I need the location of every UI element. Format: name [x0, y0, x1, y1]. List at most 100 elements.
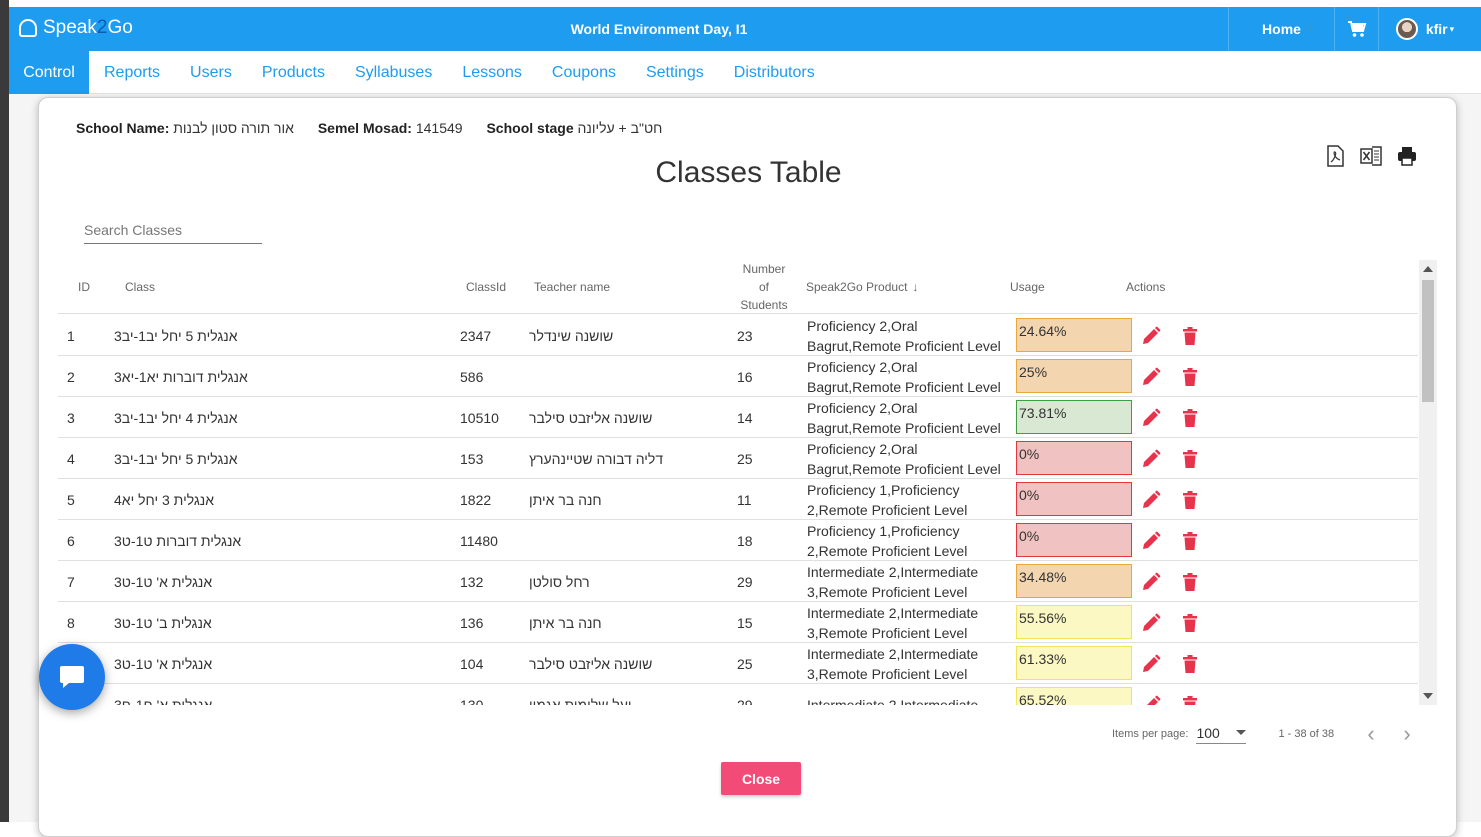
close-button[interactable]: Close	[721, 762, 801, 795]
school-name-label: School Name:	[76, 120, 170, 136]
nav-settings[interactable]: Settings	[631, 51, 719, 94]
cell-teacher: דליה דבורה שטיינהערץ	[529, 450, 664, 467]
table-header: ID Class ClassId Teacher name Number of …	[58, 260, 1418, 314]
pencil-icon[interactable]	[1141, 572, 1161, 592]
cell-id: 1	[67, 327, 75, 344]
nav-users[interactable]: Users	[175, 51, 247, 94]
page-size-select[interactable]: 100	[1196, 725, 1247, 744]
top-bar: Speak 2 Go World Environment Day, I1 Home …	[9, 7, 1481, 51]
nav-reports[interactable]: Reports	[89, 51, 175, 94]
avatar	[1395, 18, 1418, 40]
col-product[interactable]: Speak2Go Product ↓	[806, 260, 918, 314]
classes-table: ID Class ClassId Teacher name Number of …	[58, 260, 1438, 705]
pencil-icon[interactable]	[1141, 408, 1161, 428]
pencil-icon[interactable]	[1141, 531, 1161, 551]
cell-students: 29	[737, 696, 753, 706]
trash-icon[interactable]	[1182, 408, 1198, 428]
cell-students: 25	[737, 450, 753, 467]
table-row[interactable]: 4 אנגלית 5 יחל יב1-יב3 153 דליה דבורה שטיינ…	[58, 438, 1418, 479]
nav-products[interactable]: Products	[247, 51, 340, 94]
trash-icon[interactable]	[1182, 695, 1198, 705]
chat-icon	[60, 666, 84, 688]
trash-icon[interactable]	[1182, 326, 1198, 346]
cell-classid: 104	[460, 655, 484, 672]
col-actions: Actions	[1126, 280, 1166, 294]
usage-badge: 65.52%	[1016, 687, 1132, 705]
usage-badge: 24.64%	[1016, 318, 1132, 352]
col-teacher[interactable]: Teacher name	[534, 260, 610, 314]
nav-coupons[interactable]: Coupons	[537, 51, 631, 94]
col-students[interactable]: Number of Students	[736, 260, 792, 314]
search-input[interactable]	[84, 222, 262, 238]
pencil-icon[interactable]	[1141, 654, 1161, 674]
next-page-button[interactable]: ›	[1400, 721, 1414, 747]
trash-icon[interactable]	[1182, 367, 1198, 387]
cell-students: 14	[737, 409, 753, 426]
table-row[interactable]: 8 אנגלית ב' ט1-ט3 136 חנה בר איתן 15 Intermed…	[58, 602, 1418, 643]
prev-page-button[interactable]: ‹	[1364, 721, 1378, 747]
trash-icon[interactable]	[1182, 490, 1198, 510]
pencil-icon[interactable]	[1141, 367, 1161, 387]
table-row[interactable]: 1 אנגלית 5 יחל יב1-יב3 2347 שושנה שינדלר 23 P…	[58, 315, 1418, 356]
classes-dialog: School Name: אור תורה סטון לבנות Semel M…	[38, 97, 1457, 837]
scroll-down-arrow[interactable]	[1423, 693, 1433, 699]
cell-teacher: חנה בר איתן	[529, 491, 602, 508]
cell-teacher: יעל שלומית אגמון	[529, 696, 632, 706]
cell-class: אנגלית 5 יחל יב1-יב3	[114, 450, 238, 467]
table-row[interactable]: 6 אנגלית דוברות ט1-ט3 11480 18 Proficiency 1…	[58, 520, 1418, 561]
cell-product: Intermediate 2,Intermediate 3,Remote Pro…	[807, 563, 979, 600]
chevron-down-icon: ▾	[1449, 23, 1455, 34]
cell-classid: 136	[460, 614, 484, 631]
trash-icon[interactable]	[1182, 531, 1198, 551]
cell-product: Intermediate 2,Intermediate 3,Remote Pro…	[807, 604, 979, 641]
cart-button[interactable]	[1334, 7, 1378, 51]
top-right-actions: Home kfir ▾	[1228, 7, 1481, 51]
items-per-page-label: Items per page:	[1112, 728, 1189, 740]
cell-classid: 153	[460, 450, 484, 467]
nav-distributors[interactable]: Distributors	[719, 51, 830, 94]
pencil-icon[interactable]	[1141, 490, 1161, 510]
table-row[interactable]: 10אנגלית א' ח1-ח3130יעל שלומית אגמון29In…	[58, 684, 1418, 705]
cell-id: 6	[67, 532, 75, 549]
cell-students: 11	[737, 491, 752, 508]
page-title: Classes Table	[655, 156, 842, 189]
table-scrollbar[interactable]	[1419, 260, 1437, 705]
col-classid[interactable]: ClassId	[466, 260, 506, 314]
cell-id: 8	[67, 614, 75, 631]
cell-class: אנגלית דוברות יא1-יא3	[114, 368, 248, 385]
trash-icon[interactable]	[1182, 449, 1198, 469]
table-row[interactable]: 9אנגלית א' ט1-ט3104שושנה אליזבט סילבר25I…	[58, 643, 1418, 684]
cell-classid: 11480	[460, 532, 498, 549]
col-usage[interactable]: Usage	[1010, 260, 1045, 314]
table-row[interactable]: 2 אנגלית דוברות יא1-יא3 586 16 Proficiency 2…	[58, 356, 1418, 397]
user-menu[interactable]: kfir ▾	[1378, 7, 1481, 51]
cart-icon	[1347, 21, 1366, 37]
home-link[interactable]: Home	[1228, 7, 1334, 51]
trash-icon[interactable]	[1182, 572, 1198, 592]
scroll-thumb[interactable]	[1422, 280, 1434, 402]
pencil-icon[interactable]	[1141, 449, 1161, 469]
pencil-icon[interactable]	[1141, 695, 1161, 705]
chat-button[interactable]	[39, 644, 105, 710]
table-row[interactable]: 3 אנגלית 4 יחל יב1-יב3 10510 שושנה אליזבט ס…	[58, 397, 1418, 438]
usage-badge: 61.33%	[1016, 646, 1132, 680]
col-id[interactable]: ID	[78, 260, 90, 314]
trash-icon[interactable]	[1182, 613, 1198, 633]
col-class[interactable]: Class	[125, 260, 155, 314]
scroll-up-arrow[interactable]	[1423, 266, 1433, 272]
table-row[interactable]: 5 אנגלית 3 יחל יא4 1822 חנה בר איתן 11 Profic…	[58, 479, 1418, 520]
nav-syllabuses[interactable]: Syllabuses	[340, 51, 447, 94]
cell-id: 4	[67, 450, 75, 467]
nav-lessons[interactable]: Lessons	[447, 51, 537, 94]
pencil-icon[interactable]	[1141, 326, 1161, 346]
cell-class: אנגלית א' ח1-ח3	[114, 696, 213, 706]
table-row[interactable]: 7 אנגלית א' ט1-ט3 132 רחל סולטן 29 Intermedia…	[58, 561, 1418, 602]
cell-product: Proficiency 2,Oral Bagrut,Remote Profici…	[807, 440, 1001, 477]
trash-icon[interactable]	[1182, 654, 1198, 674]
chevron-down-icon	[1236, 730, 1247, 735]
pencil-icon[interactable]	[1141, 613, 1161, 633]
cell-product: Proficiency 1,Proficiency 2,Remote Profi…	[807, 522, 968, 559]
nav-control[interactable]: Control	[9, 51, 89, 94]
cell-students: 29	[737, 573, 753, 590]
cell-class: אנגלית דוברות ט1-ט3	[114, 532, 242, 549]
